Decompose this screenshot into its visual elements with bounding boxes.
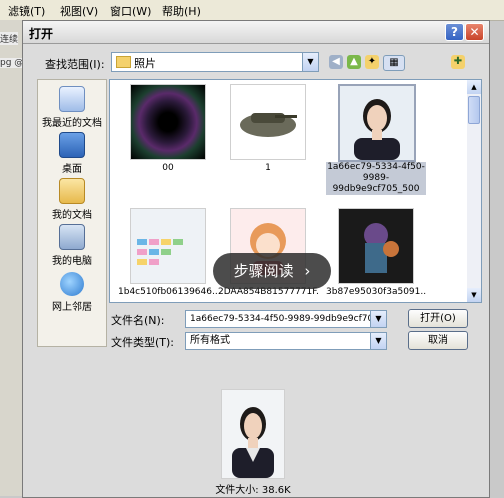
file-name: 1a66ec79-5334-4f50-9989-99db9e9cf705_500 <box>326 162 426 195</box>
file-name: 1 <box>265 163 271 173</box>
place-label: 我最近的文档 <box>42 118 102 129</box>
up-folder-icon[interactable]: ▲ <box>347 55 361 69</box>
chart-sheet-image <box>137 239 183 265</box>
place-network[interactable]: 网上邻居 <box>38 272 106 313</box>
file-size-text: 文件大小: 38.6K <box>215 485 291 496</box>
chevron-down-icon[interactable]: ▼ <box>370 333 386 349</box>
background-menubar: 滤镜(T) 视图(V) 窗口(W) 帮助(H) <box>0 0 504 21</box>
folder-nav-icon[interactable]: ✚ <box>451 55 465 69</box>
menu-filter[interactable]: 滤镜(T) <box>8 3 45 19</box>
background-panel <box>0 20 22 496</box>
file-name: 3b87e95030f3a5091... <box>326 287 426 297</box>
place-label: 桌面 <box>62 164 82 175</box>
preview-image <box>221 389 285 479</box>
file-list-scrollbar[interactable]: ▲ ▼ <box>467 79 482 303</box>
help-button[interactable]: ? <box>445 23 464 41</box>
look-in-label: 查找范围(I): <box>45 58 105 71</box>
chevron-down-icon[interactable]: ▼ <box>302 53 318 71</box>
menu-view[interactable]: 视图(V) <box>60 3 98 19</box>
file-name: 1b4c510fb06139646... <box>118 287 218 297</box>
menu-window[interactable]: 窗口(W) <box>110 3 151 19</box>
file-thumbnail <box>230 84 306 160</box>
recent-documents-icon <box>59 86 85 112</box>
chevron-right-icon: › <box>304 262 311 280</box>
file-name-value: 1a66ec79-5334-4f50-9989-99db9e9cf705_5 <box>190 314 387 324</box>
my-computer-icon <box>59 224 85 250</box>
cancel-button[interactable]: 取消 <box>408 331 468 350</box>
background-snippet-2: pg @ <box>0 58 24 68</box>
background-snippet-1: 连续 <box>0 32 19 45</box>
scroll-up-icon[interactable]: ▲ <box>467 80 481 94</box>
dialog-titlebar[interactable]: 打开 ? ✕ <box>23 21 489 44</box>
fantasy-character-image <box>364 223 399 273</box>
file-type-select[interactable]: 所有格式 ▼ <box>185 332 387 350</box>
open-button[interactable]: 打开(O) <box>408 309 468 328</box>
file-type-value: 所有格式 <box>190 335 230 346</box>
folder-icon <box>116 56 131 68</box>
file-name-input[interactable]: 1a66ec79-5334-4f50-9989-99db9e9cf705_5 ▼ <box>185 310 387 328</box>
open-dialog: 打开 ? ✕ 查找范围(I): 照片 ▼ ◀ ▲ ✦ ▦ ✚ 我最近的文档 桌面… <box>22 20 490 498</box>
step-reading-label: 步骤阅读 <box>233 262 294 280</box>
file-thumbnail <box>338 208 414 284</box>
place-my-documents[interactable]: 我的文档 <box>38 178 106 221</box>
look-in-combo[interactable]: 照片 ▼ <box>111 52 319 72</box>
close-button[interactable]: ✕ <box>465 23 484 41</box>
view-menu-icon[interactable]: ▦ <box>383 55 405 71</box>
place-label: 网上邻居 <box>52 302 92 313</box>
look-in-value: 照片 <box>134 57 156 70</box>
place-label: 我的电脑 <box>52 256 92 267</box>
place-recent-documents[interactable]: 我最近的文档 <box>38 86 106 129</box>
new-folder-icon[interactable]: ✦ <box>365 55 379 69</box>
places-bar: 我最近的文档 桌面 我的文档 我的电脑 网上邻居 <box>37 79 107 347</box>
file-type-label: 文件类型(T): <box>111 336 175 349</box>
desktop-icon <box>59 132 85 158</box>
place-my-computer[interactable]: 我的电脑 <box>38 224 106 267</box>
file-thumbnail <box>338 84 416 162</box>
portrait-preview <box>222 390 284 478</box>
file-name: 00 <box>162 163 174 173</box>
file-thumbnail <box>130 84 206 160</box>
scroll-down-icon[interactable]: ▼ <box>467 288 481 302</box>
chevron-down-icon[interactable]: ▼ <box>370 311 386 327</box>
portrait-image <box>354 99 400 160</box>
back-icon[interactable]: ◀ <box>329 55 343 69</box>
dialog-title: 打开 <box>29 27 54 41</box>
place-label: 我的文档 <box>52 210 92 221</box>
tank-image <box>240 113 297 137</box>
scroll-thumb[interactable] <box>468 96 480 124</box>
place-desktop[interactable]: 桌面 <box>38 132 106 175</box>
step-reading-button[interactable]: 步骤阅读 › <box>213 253 331 289</box>
my-documents-icon <box>59 178 85 204</box>
network-places-icon <box>60 272 84 296</box>
file-name-label: 文件名(N): <box>111 314 165 327</box>
menu-help[interactable]: 帮助(H) <box>162 3 201 19</box>
file-thumbnail <box>130 208 206 284</box>
